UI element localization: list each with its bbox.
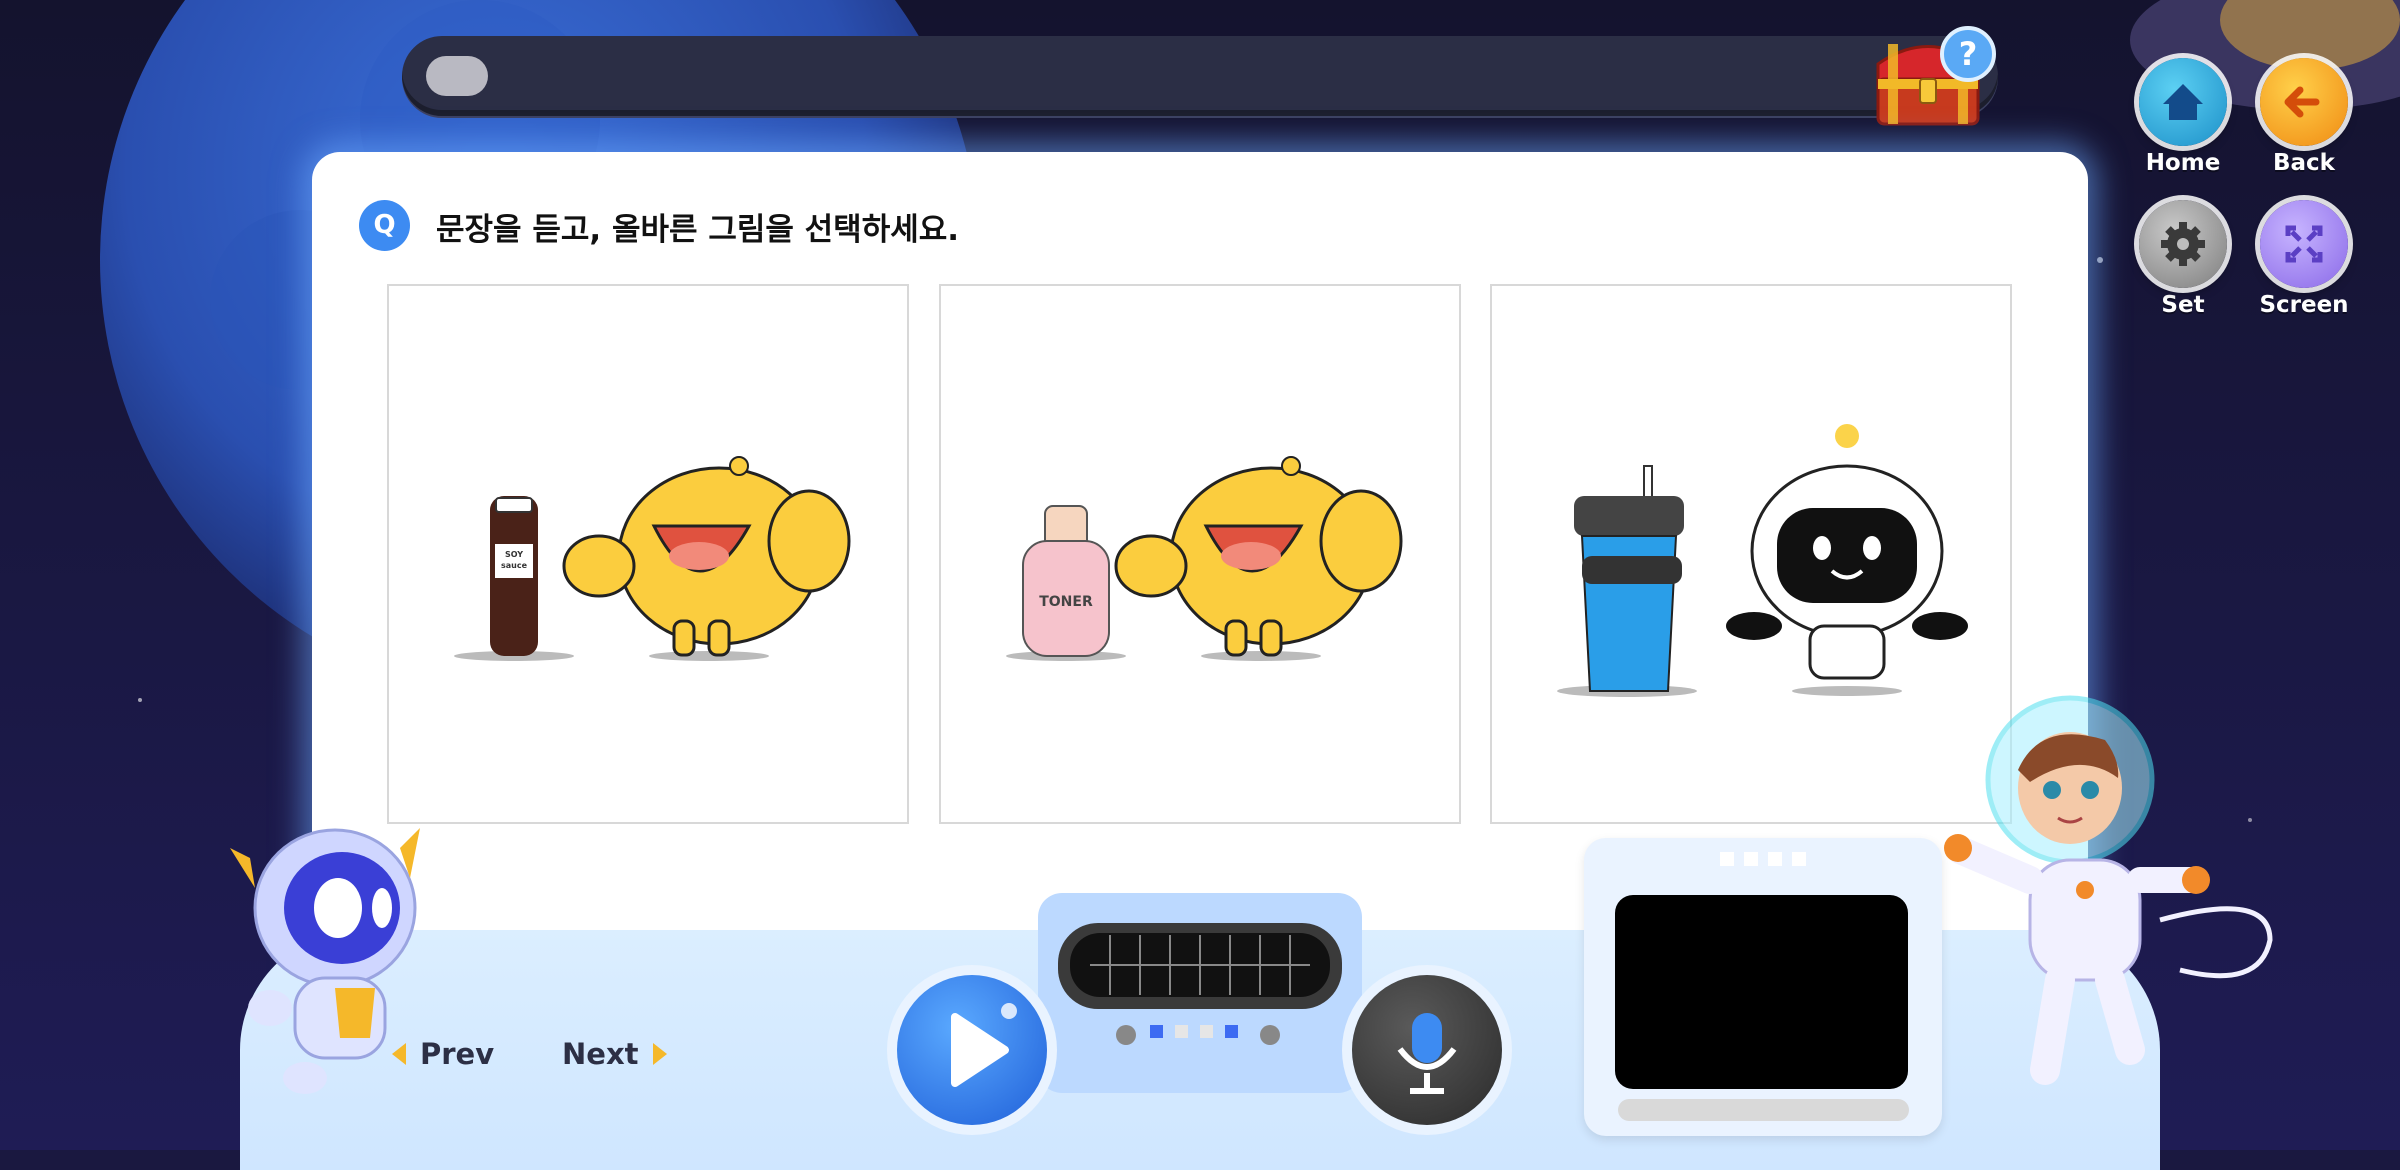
- microphone-icon: [1397, 1013, 1457, 1094]
- back-label: Back: [2273, 150, 2335, 176]
- choice-2-illustration: TONER: [1006, 456, 1403, 661]
- svg-text:SOY: SOY: [505, 550, 523, 559]
- choice-1-illustration: SOY sauce: [454, 456, 851, 661]
- next-button[interactable]: Next: [562, 1037, 667, 1071]
- progress-bar: [402, 36, 1998, 116]
- progress-fill: [426, 56, 488, 96]
- choice-card-2[interactable]: TONER: [939, 284, 1461, 824]
- page-dot: [1150, 1025, 1163, 1038]
- fullscreen-icon: [2260, 200, 2348, 288]
- play-icon: [951, 1003, 1017, 1087]
- record-button[interactable]: [1352, 975, 1502, 1125]
- gear-icon: [2139, 200, 2227, 288]
- choice-card-3[interactable]: [1490, 284, 2012, 824]
- treasure-chest-icon[interactable]: ?: [1868, 24, 2008, 134]
- svg-text:sauce: sauce: [501, 561, 528, 570]
- question-badge: Q: [359, 200, 410, 251]
- prev-label: Prev: [420, 1037, 495, 1071]
- home-label: Home: [2145, 150, 2221, 176]
- screen-button[interactable]: Screen: [2256, 200, 2352, 318]
- next-arrow-icon: [652, 1043, 667, 1065]
- set-button[interactable]: Set: [2135, 200, 2231, 318]
- svg-text:?: ?: [1959, 35, 1978, 73]
- back-button[interactable]: Back: [2256, 58, 2352, 176]
- screen-label: Screen: [2259, 292, 2349, 318]
- home-icon: [2139, 58, 2227, 146]
- question-prompt: 문장을 듣고, 올바른 그림을 선택하세요.: [436, 212, 960, 248]
- prev-button[interactable]: Prev: [392, 1037, 494, 1071]
- back-arrow-icon: [2260, 58, 2348, 146]
- choice-card-1[interactable]: SOY sauce: [387, 284, 909, 824]
- prev-arrow-icon: [392, 1043, 406, 1065]
- play-button[interactable]: [897, 975, 1047, 1125]
- svg-text:TONER: TONER: [1039, 594, 1093, 610]
- choice-3-illustration: [1557, 424, 1968, 697]
- set-label: Set: [2161, 292, 2205, 318]
- page-indicator: [1150, 1025, 1238, 1038]
- page-dot: [1225, 1025, 1238, 1038]
- video-screen[interactable]: [1615, 895, 1908, 1089]
- video-panel-dots: [1720, 852, 1806, 866]
- recorder-device: [1038, 893, 1362, 1093]
- page-dot: [1175, 1025, 1188, 1038]
- astronaut-mascot: [1944, 695, 2273, 1085]
- next-label: Next: [562, 1037, 639, 1071]
- home-button[interactable]: Home: [2135, 58, 2231, 176]
- video-progress-bar[interactable]: [1618, 1099, 1909, 1121]
- page-dot: [1200, 1025, 1213, 1038]
